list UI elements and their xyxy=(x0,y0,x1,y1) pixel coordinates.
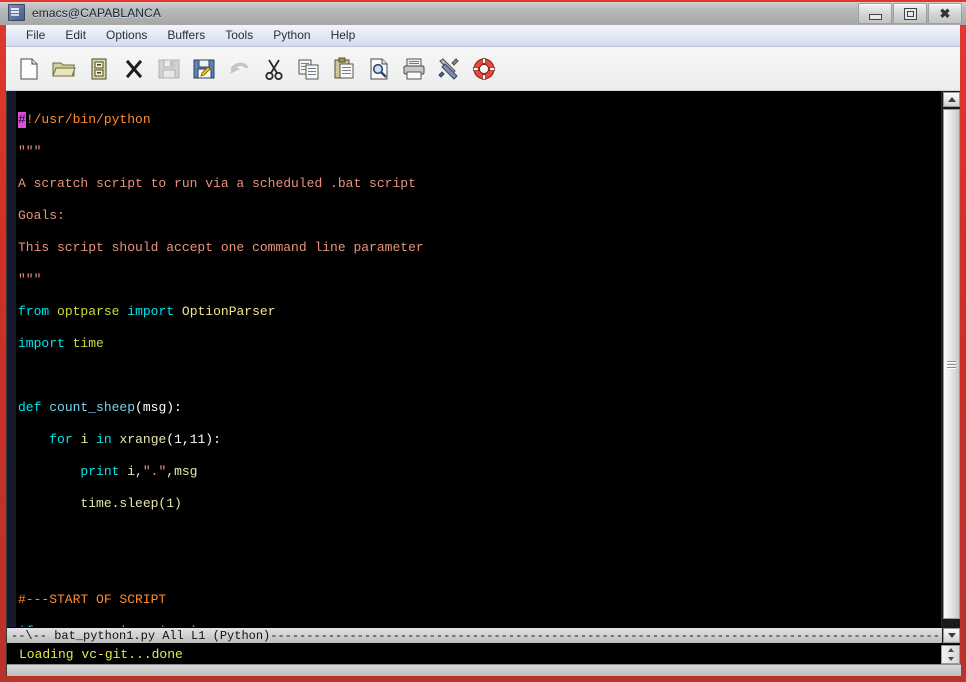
buffer-text-area[interactable]: #!/usr/bin/python """ A scratch script t… xyxy=(16,91,941,644)
code-line: #!/usr/bin/python xyxy=(18,112,151,128)
paste-icon[interactable] xyxy=(331,56,357,82)
copy-icon[interactable] xyxy=(296,56,322,82)
echo-area-scrollbar[interactable] xyxy=(941,645,960,664)
dired-icon[interactable] xyxy=(86,56,112,82)
python-source-code: #!/usr/bin/python """ A scratch script t… xyxy=(18,96,941,644)
help-icon[interactable] xyxy=(471,56,497,82)
close-button[interactable]: ✖ xyxy=(928,3,962,24)
code-line: A scratch script to run via a scheduled … xyxy=(18,176,416,191)
code-line: #---START OF SCRIPT xyxy=(18,592,167,607)
code-line: from optparse import OptionParser xyxy=(18,304,276,319)
maximize-icon xyxy=(903,7,917,20)
menu-item-file[interactable]: File xyxy=(16,26,55,45)
code-line: Goals: xyxy=(18,208,65,223)
minimize-icon xyxy=(868,13,882,20)
customize-icon[interactable] xyxy=(436,56,462,82)
window-title: emacs@CAPABLANCA xyxy=(32,5,161,20)
left-fringe xyxy=(7,91,16,644)
title-bar[interactable]: emacs@CAPABLANCA ✖ xyxy=(0,0,966,25)
close-icon: ✖ xyxy=(939,5,951,21)
new-file-icon[interactable] xyxy=(16,56,42,82)
echo-scroll-down-arrow[interactable] xyxy=(947,657,954,661)
menu-item-python[interactable]: Python xyxy=(263,26,320,45)
emacs-icon xyxy=(8,4,25,21)
save-as-icon[interactable] xyxy=(191,56,217,82)
menu-item-tools[interactable]: Tools xyxy=(215,26,263,45)
close-buffer-icon[interactable] xyxy=(121,56,147,82)
scroll-down-arrow[interactable] xyxy=(943,628,960,643)
open-file-icon[interactable] xyxy=(51,56,77,82)
scroll-up-arrow[interactable] xyxy=(943,92,960,107)
window-controls: ✖ xyxy=(858,3,962,24)
print-icon[interactable] xyxy=(401,56,427,82)
code-line: import time xyxy=(18,336,104,351)
minimize-button[interactable] xyxy=(858,3,892,24)
vertical-scrollbar[interactable] xyxy=(941,91,960,644)
code-line: print i,".",msg xyxy=(80,464,198,479)
frame-bottom-strip xyxy=(7,664,961,676)
menu-item-help[interactable]: Help xyxy=(321,26,366,45)
code-line: This script should accept one command li… xyxy=(18,240,424,255)
cut-icon[interactable] xyxy=(261,56,287,82)
emacs-frame: #!/usr/bin/python """ A scratch script t… xyxy=(6,91,961,676)
emacs-window: emacs@CAPABLANCA ✖ File Edit Options Buf… xyxy=(0,0,966,682)
menu-bar: File Edit Options Buffers Tools Python H… xyxy=(6,25,960,47)
echo-area[interactable]: Loading vc-git...done xyxy=(7,645,942,664)
scroll-thumb-grip xyxy=(947,359,956,370)
code-line: """ xyxy=(18,144,42,159)
menu-item-edit[interactable]: Edit xyxy=(55,26,96,45)
code-line: """ xyxy=(18,272,42,287)
code-line: for i in xrange(1,11): xyxy=(49,432,221,447)
search-icon[interactable] xyxy=(366,56,392,82)
maximize-button[interactable] xyxy=(893,3,927,24)
code-line: time.sleep(1) xyxy=(80,496,182,511)
undo-icon xyxy=(226,56,252,82)
mode-line[interactable]: --\-- bat_python1.py All L1 (Python)----… xyxy=(7,627,942,644)
code-line: def count_sheep(msg): xyxy=(18,400,182,415)
point-cursor: # xyxy=(18,112,26,128)
menu-item-options[interactable]: Options xyxy=(96,26,157,45)
tool-bar xyxy=(6,47,960,91)
menu-item-buffers[interactable]: Buffers xyxy=(157,26,215,45)
scroll-thumb[interactable] xyxy=(943,109,960,619)
echo-scroll-up-arrow[interactable] xyxy=(947,648,954,652)
save-icon xyxy=(156,56,182,82)
